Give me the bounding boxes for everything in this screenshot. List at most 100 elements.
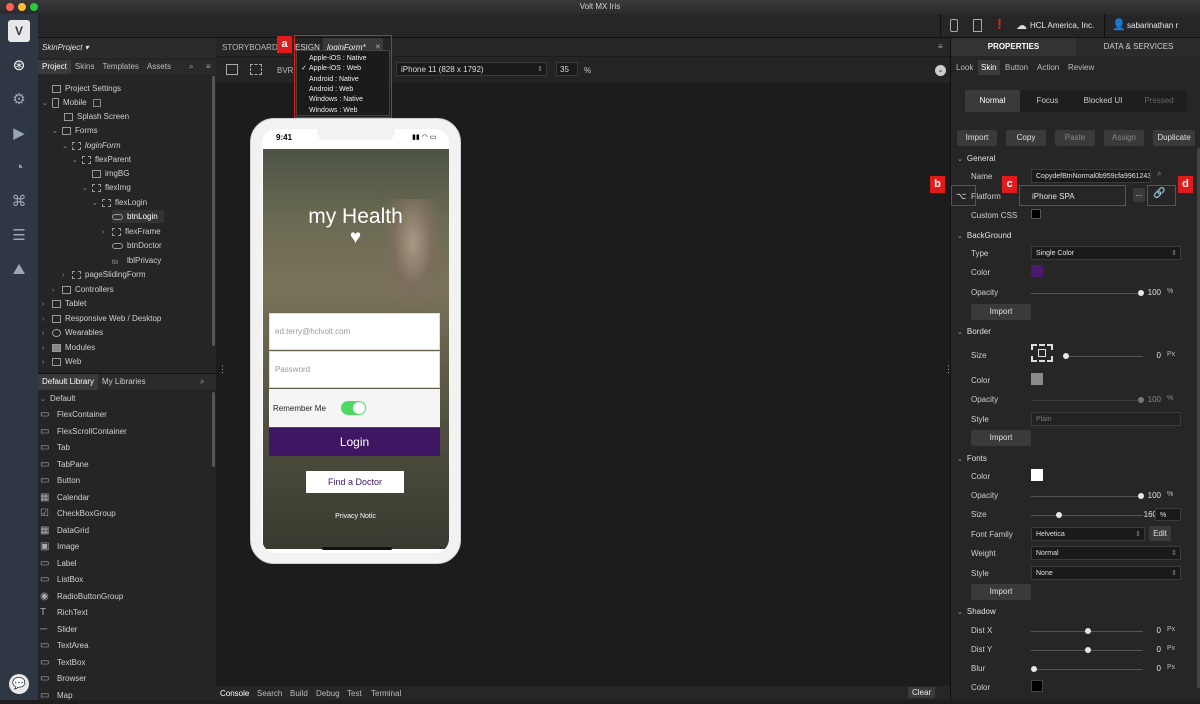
user-name[interactable]: sabarinathan r [1127, 21, 1178, 30]
checkbox-icon[interactable] [92, 98, 101, 107]
shadow-distx-value[interactable]: 0 [1147, 626, 1161, 635]
font-opacity-value[interactable]: 100 [1147, 491, 1161, 500]
library-item-map[interactable]: ▭ Map [40, 688, 73, 704]
tree-item-splash-screen[interactable]: Splash Screen [64, 110, 129, 123]
shadow-color-swatch[interactable] [1031, 680, 1043, 692]
grid-icon[interactable] [250, 64, 262, 75]
canvas-menu-icon[interactable]: ≡ [938, 42, 943, 51]
dashboard-gauge-icon[interactable]: ◔ [9, 158, 29, 178]
library-item-button[interactable]: ▭ Button [40, 473, 80, 489]
library-item-textbox[interactable]: ▭ TextBox [40, 655, 85, 671]
font-size-unit-select[interactable]: % [1155, 508, 1181, 521]
duplicate-skin-button[interactable]: Duplicate [1153, 130, 1195, 146]
shadow-distx-slider[interactable] [1031, 628, 1143, 634]
search-icon[interactable]: ⌕ [185, 60, 197, 74]
shadow-disty-slider[interactable] [1031, 647, 1143, 653]
collapse-chevron-icon[interactable]: ⌄ [935, 65, 946, 76]
tree-item-flexparent[interactable]: ⌄ flexParent [72, 153, 131, 166]
play-icon[interactable]: ▶ [9, 124, 29, 144]
tree-item-forms[interactable]: ⌄ Forms [52, 124, 98, 137]
library-item-listbox[interactable]: ▭ ListBox [40, 572, 83, 588]
clear-button[interactable]: Clear [908, 687, 936, 698]
tree-item-flexframe[interactable]: › flexFrame [102, 225, 161, 238]
tree-item-mobile[interactable]: ⌄ Mobile [42, 96, 101, 109]
tab-assets[interactable]: Assets [143, 60, 175, 74]
skin-name-input[interactable]: CopydefBtnNormal0b959cfa9961243 [1031, 169, 1151, 183]
zoom-window-button[interactable] [30, 3, 38, 11]
tree-item-web[interactable]: › Web [42, 355, 81, 368]
left-resize-handle[interactable]: ⋮ [218, 364, 227, 375]
bg-color-swatch[interactable] [1031, 265, 1043, 277]
library-item-tabpane[interactable]: ▭ TabPane [40, 457, 89, 473]
font-edit-button[interactable]: Edit [1149, 526, 1171, 541]
login-button[interactable]: Login [269, 428, 440, 456]
bg-opacity-slider[interactable] [1031, 290, 1144, 296]
section-border[interactable]: ⌄ Border [957, 327, 991, 336]
library-item-textarea[interactable]: ▭ TextArea [40, 638, 89, 654]
project-selector[interactable]: SkinProject ▾ [42, 43, 89, 52]
tab-default-library[interactable]: Default Library [38, 374, 99, 390]
border-import-button[interactable]: Import [971, 430, 1031, 446]
tree-item-fleximg[interactable]: ⌄ flexImg [82, 181, 131, 194]
border-style-select[interactable]: Plain [1031, 412, 1181, 426]
library-item-slider[interactable]: ─ Slider [40, 622, 77, 638]
library-item-datagrid[interactable]: ▦ DataGrid [40, 523, 89, 539]
bvr-button[interactable]: BVR [277, 66, 293, 75]
import-skin-button[interactable]: Import [957, 130, 997, 146]
tree-item-responsive-web[interactable]: › Responsive Web / Desktop [42, 312, 161, 325]
tree-item-imgbg[interactable]: imgBG [92, 167, 129, 180]
calculator-icon[interactable] [973, 19, 982, 32]
tab-debug[interactable]: Debug [316, 689, 340, 698]
tree-item-project-settings[interactable]: Project Settings [42, 82, 121, 95]
layout-icon[interactable] [226, 64, 238, 75]
company-name[interactable]: HCL America, Inc. [1030, 21, 1094, 30]
library-item-checkboxgroup[interactable]: ☑ CheckBoxGroup [40, 506, 116, 522]
name-search-icon[interactable]: ⌕ [1157, 169, 1161, 179]
border-size-slider[interactable] [1063, 353, 1143, 359]
state-normal[interactable]: Normal [965, 90, 1020, 112]
error-alert-icon[interactable]: ! [997, 16, 1002, 33]
tab-skins[interactable]: Skins [71, 60, 99, 74]
library-item-calendar[interactable]: ▦ Calendar [40, 490, 89, 506]
border-size-value[interactable]: 0 [1147, 351, 1161, 360]
find-doctor-button[interactable]: Find a Doctor [306, 471, 404, 493]
explorer-scrollbar[interactable] [212, 76, 215, 346]
section-background[interactable]: ⌄ BackGround [957, 231, 1011, 240]
remember-toggle[interactable] [341, 401, 366, 415]
tab-build[interactable]: Build [290, 689, 308, 698]
subtab-look[interactable]: Look [956, 63, 973, 72]
privacy-notice-label[interactable]: Privacy Notic [262, 513, 449, 520]
state-focus[interactable]: Focus [1020, 90, 1075, 112]
tree-item-controllers[interactable]: › Controllers [52, 283, 114, 296]
custom-css-checkbox[interactable] [1031, 209, 1041, 219]
tree-item-wearables[interactable]: › Wearables [42, 326, 103, 339]
subtab-review[interactable]: Review [1068, 63, 1094, 72]
section-shadow[interactable]: ⌄ Shadow [957, 607, 996, 616]
design-aperture-icon[interactable]: ⊛ [9, 56, 29, 76]
font-size-value[interactable]: 160 [1137, 510, 1157, 519]
border-color-swatch[interactable] [1031, 373, 1043, 385]
tab-my-libraries[interactable]: My Libraries [102, 374, 146, 390]
copy-skin-button[interactable]: Copy [1006, 130, 1046, 146]
library-item-tab[interactable]: ▭ Tab [40, 440, 70, 456]
tree-item-loginform[interactable]: ⌄ loginForm [62, 139, 121, 152]
font-style-select[interactable]: None ⇕ [1031, 566, 1181, 580]
tab-storyboard[interactable]: STORYBOARD [222, 43, 278, 52]
zoom-input[interactable]: 35 [556, 62, 578, 76]
library-item-image[interactable]: ▣ Image [40, 539, 79, 555]
minimize-window-button[interactable] [18, 3, 26, 11]
library-item-label[interactable]: ▭ Label [40, 556, 77, 572]
tree-item-pageslidingform[interactable]: › pageSlidingForm [62, 268, 145, 281]
tab-test[interactable]: Test [347, 689, 362, 698]
shadow-blur-value[interactable]: 0 [1147, 664, 1161, 673]
library-item-flexscrollcontainer[interactable]: ▭ FlexScrollContainer [40, 424, 127, 440]
state-pressed[interactable]: Pressed [1131, 90, 1187, 112]
bg-import-button[interactable]: Import [971, 304, 1031, 320]
library-group-default[interactable]: ⌄ Default [40, 392, 75, 405]
library-scrollbar[interactable] [212, 392, 215, 467]
state-blocked-ui[interactable]: Blocked UI [1075, 90, 1131, 112]
tab-properties[interactable]: PROPERTIES [951, 38, 1076, 56]
font-import-button[interactable]: Import [971, 584, 1031, 600]
paste-skin-button[interactable]: Paste [1055, 130, 1095, 146]
border-opacity-slider[interactable] [1031, 397, 1144, 403]
